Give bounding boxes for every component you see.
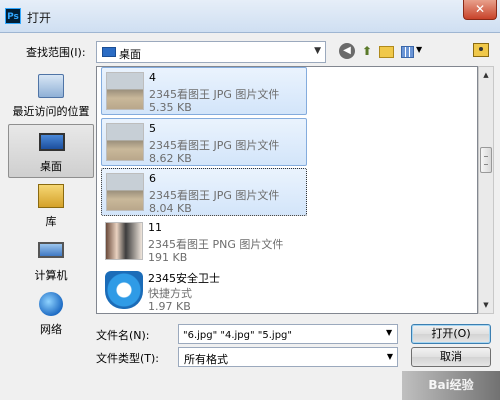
file-name: 5 [149, 122, 156, 135]
baidu-watermark: Bai经验 [402, 371, 500, 400]
shield-icon [105, 271, 143, 309]
file-item[interactable]: 11 2345看图王 PNG 图片文件 191 KB [101, 218, 307, 266]
look-in-value: 桌面 [119, 48, 141, 61]
file-name: 6 [149, 172, 156, 185]
file-size: 8.62 KB [149, 152, 192, 165]
filetype-label: 文件类型(T): [96, 352, 160, 365]
place-label: 计算机 [34, 269, 68, 282]
place-desktop[interactable]: 桌面 [8, 124, 94, 178]
cancel-button[interactable]: 取消 [411, 347, 491, 367]
close-button[interactable]: ✕ [463, 0, 497, 20]
file-name: 11 [148, 221, 162, 234]
place-computer[interactable]: 计算机 [8, 234, 94, 288]
window-title: 打开 [27, 11, 52, 25]
file-item[interactable]: 5 2345看图王 JPG 图片文件 8.62 KB [101, 118, 307, 166]
look-in-dropdown[interactable]: 桌面 ▼ [96, 41, 326, 63]
place-label: 最近访问的位置 [12, 105, 90, 118]
chevron-down-icon[interactable]: ▼ [386, 328, 392, 337]
filetype-value: 所有格式 [184, 353, 228, 366]
file-item[interactable]: 6 2345看图王 JPG 图片文件 8.04 KB [101, 168, 307, 216]
place-recent[interactable]: 最近访问的位置 [8, 70, 94, 124]
library-icon [38, 184, 64, 208]
view-menu-arrow-icon[interactable]: ▼ [416, 45, 422, 54]
file-item[interactable]: 4 2345看图王 JPG 图片文件 5.35 KB [101, 67, 307, 115]
back-icon[interactable]: ◀ [339, 43, 355, 59]
folder-preview-icon[interactable] [473, 43, 489, 57]
file-size: 5.35 KB [149, 101, 192, 114]
scrollbar-thumb[interactable] [480, 147, 492, 173]
desktop-small-icon [102, 47, 116, 57]
place-network[interactable]: 网络 [8, 288, 94, 342]
open-button[interactable]: 打开(O) [411, 324, 491, 344]
file-size: 8.04 KB [149, 202, 192, 215]
filename-input[interactable] [178, 324, 398, 344]
image-thumbnail [105, 222, 143, 260]
image-thumbnail [106, 123, 144, 161]
file-type: 快捷方式 [148, 287, 192, 300]
open-dialog: Ps 打开 ✕ 查找范围(I): 桌面 ▼ ◀ ⬆ ▼ 最近访问的位置 桌面 库… [0, 0, 500, 400]
up-folder-icon[interactable]: ⬆ [359, 43, 375, 59]
file-name: 4 [149, 71, 156, 84]
view-menu-icon[interactable] [401, 46, 414, 58]
file-type: 2345看图王 JPG 图片文件 [149, 189, 280, 202]
file-type: 2345看图王 JPG 图片文件 [149, 139, 280, 152]
file-list[interactable]: 4 2345看图王 JPG 图片文件 5.35 KB 5 2345看图王 JPG… [96, 66, 478, 314]
recent-places-icon [38, 74, 64, 98]
new-folder-icon[interactable] [379, 46, 394, 58]
chevron-down-icon: ▼ [386, 352, 393, 361]
place-library[interactable]: 库 [8, 180, 94, 234]
file-size: 191 KB [148, 251, 188, 264]
image-thumbnail [106, 72, 144, 110]
file-name: 2345安全卫士 [148, 272, 220, 285]
place-label: 桌面 [40, 160, 62, 173]
photoshop-app-icon: Ps [5, 8, 21, 24]
network-icon [39, 292, 63, 316]
image-thumbnail [106, 173, 144, 211]
place-label: 网络 [40, 323, 62, 336]
file-type: 2345看图王 PNG 图片文件 [148, 238, 284, 251]
look-in-label: 查找范围(I): [26, 46, 86, 59]
computer-icon [38, 242, 64, 258]
chevron-down-icon: ▼ [314, 46, 321, 56]
title-bar: Ps 打开 ✕ [0, 0, 500, 33]
places-bar: 最近访问的位置 桌面 库 计算机 网络 [8, 66, 94, 346]
scroll-up-icon[interactable]: ▲ [479, 67, 493, 83]
filename-label: 文件名(N): [96, 329, 150, 342]
desktop-icon [39, 133, 65, 151]
filetype-dropdown[interactable]: 所有格式 ▼ [178, 347, 398, 367]
file-size: 1.97 KB [148, 300, 191, 313]
file-item[interactable]: 2345安全卫士 快捷方式 1.97 KB [101, 267, 307, 313]
scroll-down-icon[interactable]: ▼ [479, 297, 493, 313]
vertical-scrollbar[interactable]: ▲ ▼ [478, 66, 494, 314]
file-type: 2345看图王 JPG 图片文件 [149, 88, 280, 101]
place-label: 库 [45, 215, 57, 228]
